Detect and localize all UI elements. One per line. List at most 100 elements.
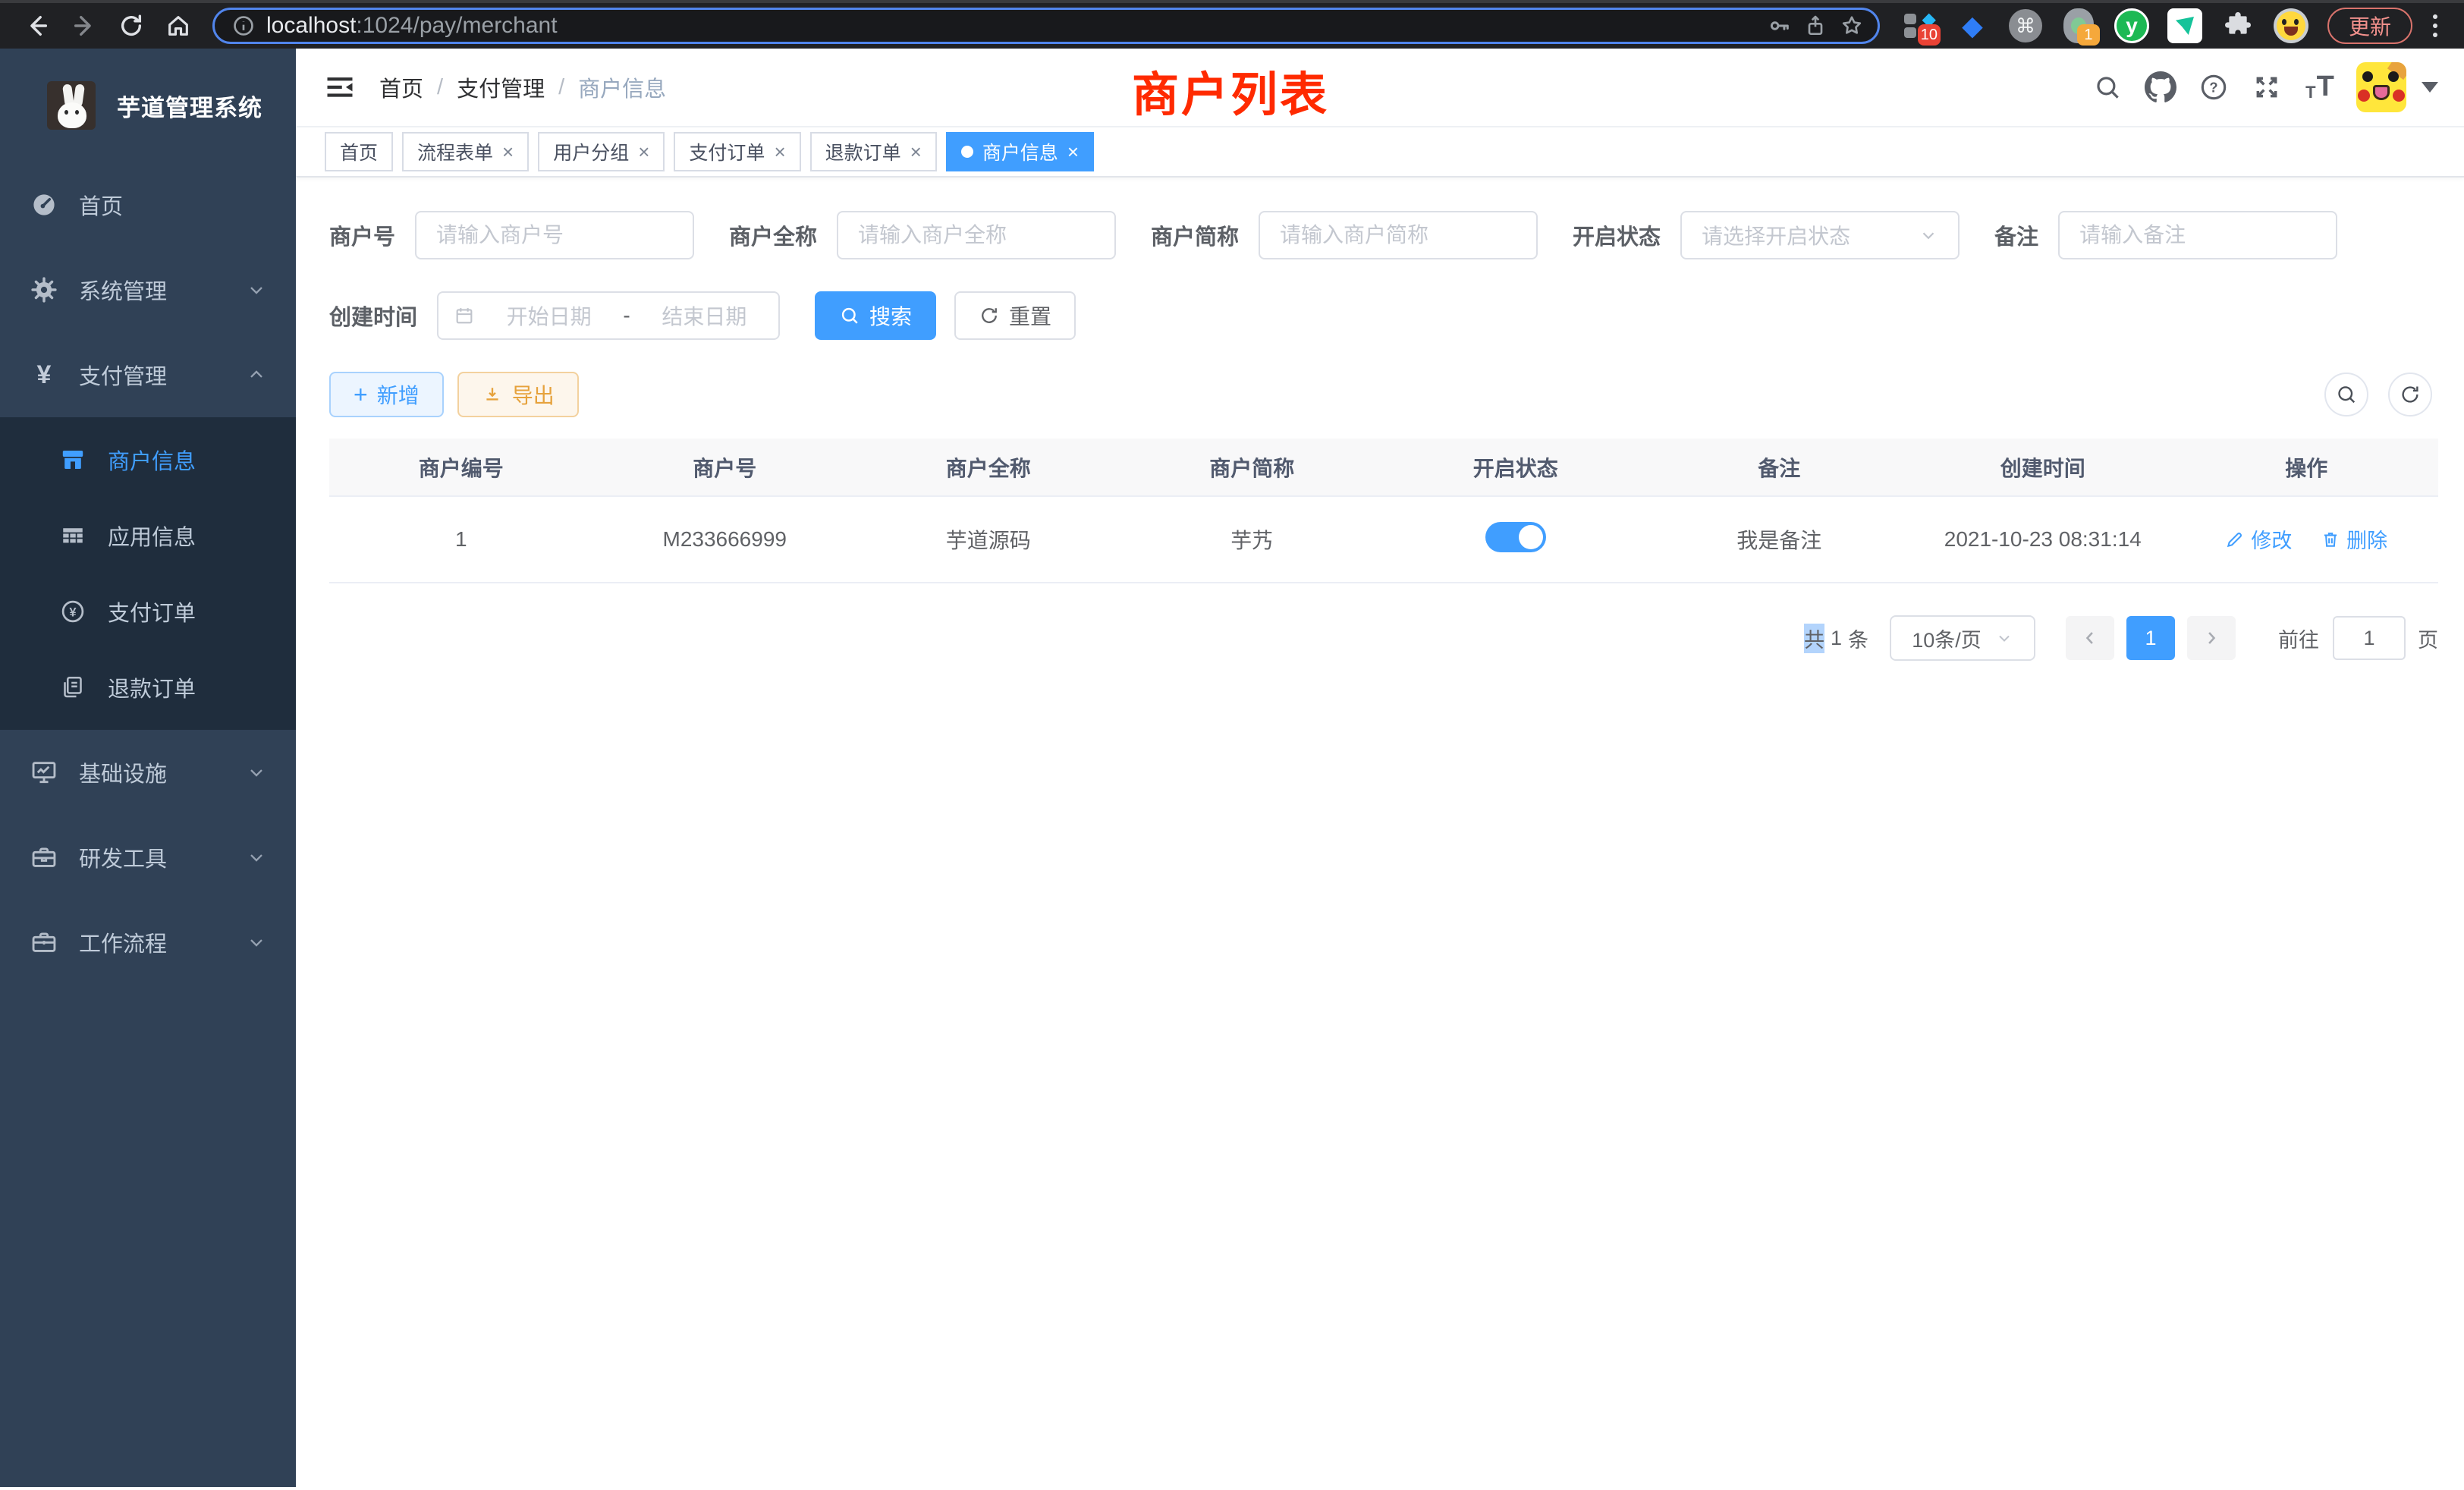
tab-user-group[interactable]: 用户分组× — [538, 132, 665, 171]
sidebar-collapse-button[interactable] — [322, 69, 358, 105]
fullscreen-button[interactable] — [2244, 64, 2290, 110]
help-button[interactable]: ? — [2191, 64, 2236, 110]
remark-input[interactable] — [2058, 211, 2337, 259]
user-menu-caret-icon[interactable] — [2422, 82, 2438, 93]
extension-camera-icon[interactable]: 1 — [2056, 5, 2101, 47]
tab-merchant-info[interactable]: 商户信息× — [946, 132, 1094, 171]
page-content: 商户号 商户全称 商户简称 开启状态 请选择开启状态 — [296, 178, 2464, 1487]
sidebar-item-dev-tools[interactable]: 研发工具 — [0, 815, 296, 900]
end-date-placeholder[interactable]: 结束日期 — [646, 300, 763, 331]
search-button[interactable]: 搜索 — [815, 291, 936, 340]
browser-home-button[interactable] — [155, 5, 202, 47]
toolbox-icon — [26, 843, 62, 872]
payment-submenu: 商户信息 应用信息 ¥ 支付订单 — [0, 417, 296, 730]
sidebar-item-payment[interactable]: ¥ 支付管理 — [0, 332, 296, 417]
github-link[interactable] — [2138, 64, 2183, 110]
tab-home[interactable]: 首页 — [325, 132, 393, 171]
chrome-update-button[interactable]: 更新 — [2327, 8, 2412, 44]
share-icon[interactable] — [1797, 11, 1834, 41]
page-1-button[interactable]: 1 — [2126, 616, 2175, 660]
close-icon[interactable]: × — [638, 142, 649, 162]
extension-pin-icon[interactable]: ◆ 10 — [1897, 5, 1942, 47]
extension-command-icon[interactable]: ⌘ — [2003, 5, 2048, 47]
status-select[interactable]: 请选择开启状态 — [1680, 211, 1960, 259]
close-icon[interactable]: × — [774, 142, 785, 162]
browser-back-button[interactable] — [14, 5, 61, 47]
delete-link[interactable]: 删除 — [2321, 524, 2387, 554]
sidebar-item-refund-order[interactable]: 退款订单 — [0, 649, 296, 725]
show-search-button[interactable] — [2324, 372, 2368, 417]
svg-text:?: ? — [2209, 80, 2217, 96]
sidebar-item-app-info[interactable]: 应用信息 — [0, 498, 296, 574]
table-toolbar: + 新增 导出 — [329, 372, 2438, 417]
sidebar-item-workflow[interactable]: 工作流程 — [0, 900, 296, 985]
short-name-input[interactable] — [1259, 211, 1538, 259]
pencil-icon — [2225, 530, 2245, 549]
status-toggle[interactable] — [1485, 522, 1546, 552]
col-created: 创建时间 — [1911, 439, 2175, 496]
extension-writing-icon[interactable] — [2162, 5, 2208, 47]
prev-page-button[interactable] — [2066, 616, 2114, 660]
header-search-button[interactable] — [2085, 64, 2130, 110]
create-time-range-picker[interactable]: 开始日期 - 结束日期 — [437, 291, 780, 340]
tags-view-bar: 首页 流程表单× 用户分组× 支付订单× 退款订单× 商户信息× — [296, 127, 2464, 178]
extension-gem-icon[interactable]: ◆ — [1950, 5, 1995, 47]
user-avatar[interactable] — [2356, 62, 2406, 112]
cell-merchant-id: 1 — [329, 496, 593, 583]
edit-link[interactable]: 修改 — [2225, 524, 2292, 554]
chevron-down-icon — [246, 847, 267, 868]
extension-y-icon[interactable]: y — [2109, 5, 2154, 47]
breadcrumb-home[interactable]: 首页 — [379, 71, 423, 103]
col-full-name: 商户全称 — [856, 439, 1120, 496]
browser-forward-button[interactable] — [61, 5, 108, 47]
browser-reload-button[interactable] — [108, 5, 155, 47]
large-t-icon: T — [2317, 72, 2334, 101]
sidebar-item-pay-order[interactable]: ¥ 支付订单 — [0, 574, 296, 649]
extension-badge: 1 — [2077, 24, 2100, 46]
menu-label: 研发工具 — [79, 841, 167, 873]
sidebar-item-merchant-info[interactable]: 商户信息 — [0, 422, 296, 498]
full-name-input[interactable] — [837, 211, 1116, 259]
reset-button[interactable]: 重置 — [954, 291, 1076, 340]
start-date-placeholder[interactable]: 开始日期 — [490, 300, 608, 331]
close-icon[interactable]: × — [502, 142, 514, 162]
sidebar-item-infrastructure[interactable]: 基础设施 — [0, 730, 296, 815]
profile-emoji-avatar[interactable] — [2268, 5, 2314, 47]
export-button[interactable]: 导出 — [457, 372, 579, 417]
merchant-no-input[interactable] — [415, 211, 694, 259]
goto-page-input[interactable] — [2333, 616, 2406, 660]
yen-icon: ¥ — [26, 360, 62, 390]
table-settings — [2324, 372, 2438, 417]
bookmark-star-icon[interactable] — [1834, 11, 1870, 41]
close-icon[interactable]: × — [1067, 142, 1079, 162]
menu-label: 商户信息 — [108, 444, 196, 476]
search-icon — [2093, 73, 2122, 102]
chevron-down-icon — [246, 932, 267, 953]
breadcrumb: 首页 / 支付管理 / 商户信息 — [379, 71, 666, 103]
svg-text:¥: ¥ — [69, 605, 77, 619]
extensions-puzzle-icon[interactable] — [2215, 5, 2261, 47]
page-size-select[interactable]: 10条/页 — [1890, 615, 2035, 661]
url-bar[interactable]: localhost:1024/pay/merchant — [212, 8, 1880, 44]
briefcase-icon — [26, 928, 62, 957]
date-separator: - — [623, 303, 630, 328]
password-key-icon[interactable] — [1761, 11, 1797, 41]
refresh-table-button[interactable] — [2388, 372, 2432, 417]
chrome-menu-button[interactable] — [2420, 5, 2450, 47]
breadcrumb-payment[interactable]: 支付管理 — [457, 71, 545, 103]
next-page-button[interactable] — [2187, 616, 2236, 660]
font-size-button[interactable]: TT — [2297, 64, 2343, 110]
app-logo[interactable]: 芋道管理系统 — [0, 49, 296, 162]
close-icon[interactable]: × — [910, 142, 922, 162]
menu-label: 支付订单 — [108, 596, 196, 627]
page-info-icon[interactable] — [225, 11, 262, 41]
tab-refund-order[interactable]: 退款订单× — [810, 132, 937, 171]
sidebar-item-home[interactable]: 首页 — [0, 162, 296, 247]
active-tab-dot — [961, 146, 973, 158]
tab-process-form[interactable]: 流程表单× — [402, 132, 529, 171]
sidebar-item-system[interactable]: 系统管理 — [0, 247, 296, 332]
tab-pay-order[interactable]: 支付订单× — [674, 132, 800, 171]
add-button[interactable]: + 新增 — [329, 372, 444, 417]
cell-created: 2021-10-23 08:31:14 — [1911, 496, 2175, 583]
chevron-down-icon — [1919, 225, 1938, 245]
